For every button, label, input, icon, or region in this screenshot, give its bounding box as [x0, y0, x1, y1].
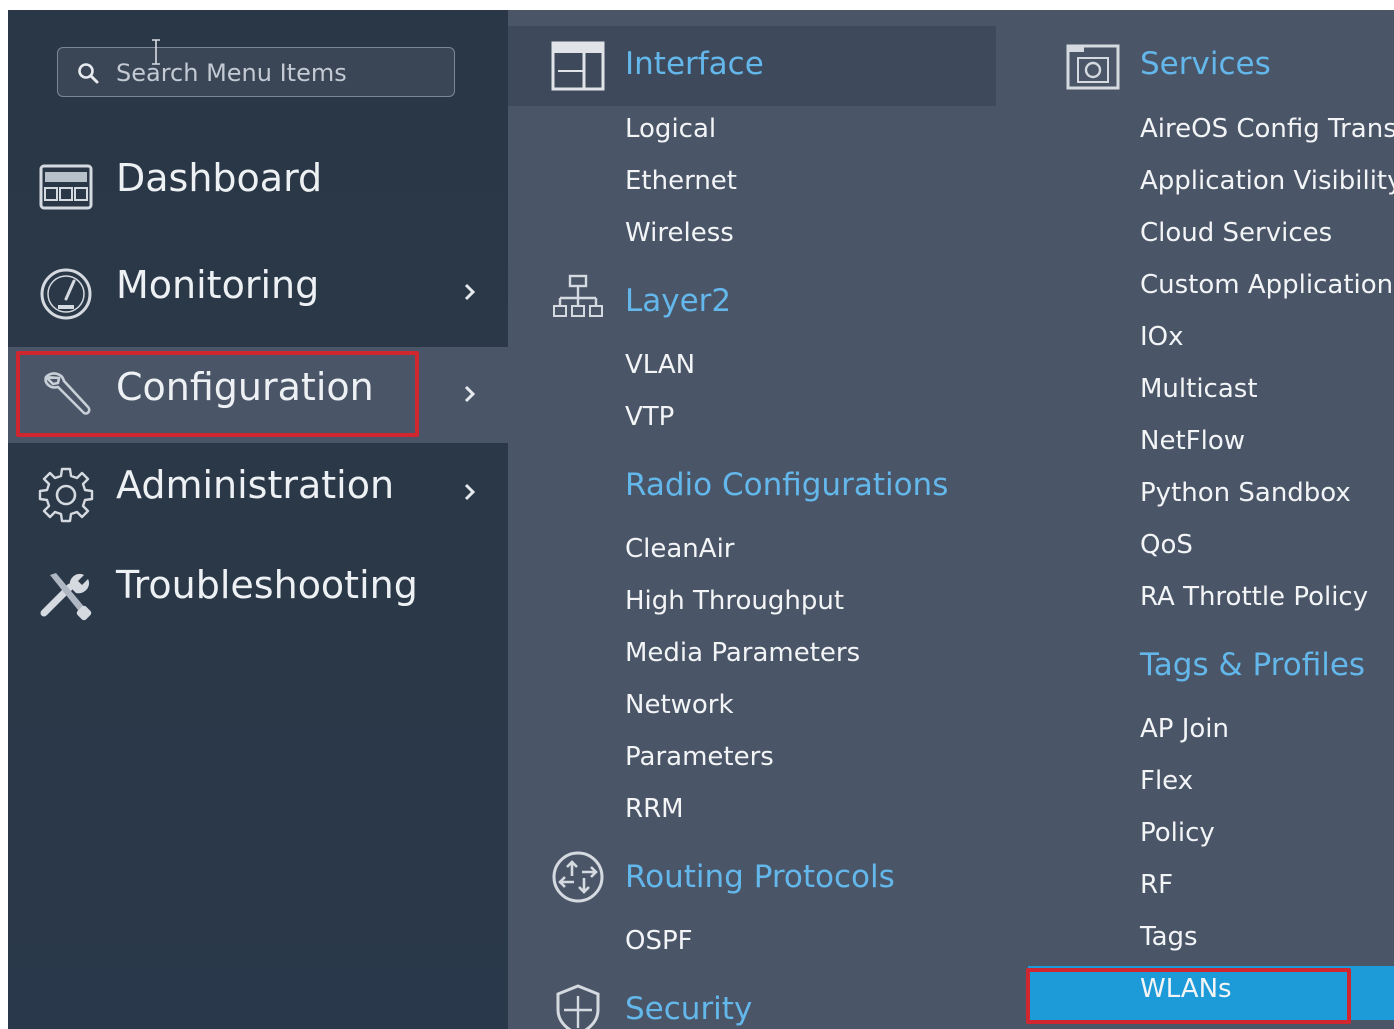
annotation-highlight-box: [1026, 968, 1351, 1024]
menu-link-multicast[interactable]: Multicast: [1140, 374, 1258, 404]
menu-link-logical[interactable]: Logical: [625, 114, 716, 144]
section-title-layer2[interactable]: Layer2: [625, 283, 731, 319]
nav-label-monitoring: Monitoring: [116, 263, 320, 307]
app-window: Dashboard Monitoring Configuration: [8, 10, 1394, 1029]
section-title-services: Services: [1140, 46, 1271, 82]
services-icon: [1066, 44, 1120, 90]
menu-link-cleanair[interactable]: CleanAir: [625, 534, 734, 564]
menu-link-tags[interactable]: Tags: [1140, 922, 1198, 952]
menu-link-policy[interactable]: Policy: [1140, 818, 1215, 848]
router-icon: [552, 851, 604, 903]
left-navigation: Dashboard Monitoring Configuration: [8, 10, 508, 1029]
menu-link-vtp[interactable]: VTP: [625, 402, 674, 432]
menu-link-rrm[interactable]: RRM: [625, 794, 684, 824]
nav-label-administration: Administration: [116, 463, 395, 507]
menu-link-ap-join[interactable]: AP Join: [1140, 714, 1229, 744]
menu-link-media-parameters[interactable]: Media Parameters: [625, 638, 860, 668]
menu-link-flex[interactable]: Flex: [1140, 766, 1193, 796]
menu-link-ra-throttle-policy[interactable]: RA Throttle Policy: [1140, 582, 1368, 612]
text-cursor-icon: [152, 39, 160, 65]
menu-link-parameters[interactable]: Parameters: [625, 742, 774, 772]
menu-link-python-sandbox[interactable]: Python Sandbox: [1140, 478, 1351, 508]
nav-label-troubleshooting: Troubleshooting: [116, 563, 418, 607]
nav-item-dashboard[interactable]: Dashboard: [8, 138, 508, 234]
annotation-highlight-box: [16, 351, 419, 437]
search-box[interactable]: [57, 47, 455, 97]
menu-link-rf[interactable]: RF: [1140, 870, 1173, 900]
nav-item-administration[interactable]: Administration: [8, 445, 508, 541]
search-icon: [78, 63, 99, 84]
section-title-security[interactable]: Security: [625, 991, 752, 1027]
menu-link-high-throughput[interactable]: High Throughput: [625, 586, 844, 616]
menu-link-netflow[interactable]: NetFlow: [1140, 426, 1245, 456]
section-interface[interactable]: Interface: [508, 26, 996, 106]
gear-icon: [38, 467, 94, 523]
menu-link-custom-application[interactable]: Custom Application: [1140, 270, 1393, 300]
menu-link-cloud-services[interactable]: Cloud Services: [1140, 218, 1332, 248]
menu-link-vlan[interactable]: VLAN: [625, 350, 695, 380]
gauge-icon: [40, 268, 92, 320]
section-title-routing-protocols[interactable]: Routing Protocols: [625, 859, 895, 895]
chevron-right-icon: [464, 483, 476, 501]
menu-link-aireos-config-trans[interactable]: AireOS Config Trans: [1140, 114, 1394, 144]
interface-icon: [551, 41, 605, 91]
section-title-radio-configurations[interactable]: Radio Configurations: [625, 467, 948, 503]
section-services[interactable]: Services: [1023, 26, 1394, 106]
menu-link-iox[interactable]: IOx: [1140, 322, 1184, 352]
menu-link-application-visibility[interactable]: Application Visibility: [1140, 166, 1394, 196]
shield-icon: [556, 984, 600, 1029]
search-input[interactable]: [114, 56, 448, 90]
dashboard-icon: [39, 164, 93, 210]
menu-link-ethernet[interactable]: Ethernet: [625, 166, 737, 196]
tools-icon: [40, 573, 92, 621]
menu-link-ospf[interactable]: OSPF: [625, 926, 693, 956]
section-title-interface: Interface: [625, 46, 764, 82]
chevron-right-icon: [464, 385, 476, 403]
nav-label-dashboard: Dashboard: [116, 156, 323, 200]
nav-item-monitoring[interactable]: Monitoring: [8, 245, 508, 341]
menu-link-qos[interactable]: QoS: [1140, 530, 1193, 560]
nav-item-troubleshooting[interactable]: Troubleshooting: [8, 545, 508, 641]
menu-link-network[interactable]: Network: [625, 690, 734, 720]
network-tree-icon: [553, 274, 603, 317]
section-title-tags-profiles[interactable]: Tags & Profiles: [1140, 647, 1365, 683]
chevron-right-icon: [464, 283, 476, 301]
menu-link-wireless[interactable]: Wireless: [625, 218, 734, 248]
